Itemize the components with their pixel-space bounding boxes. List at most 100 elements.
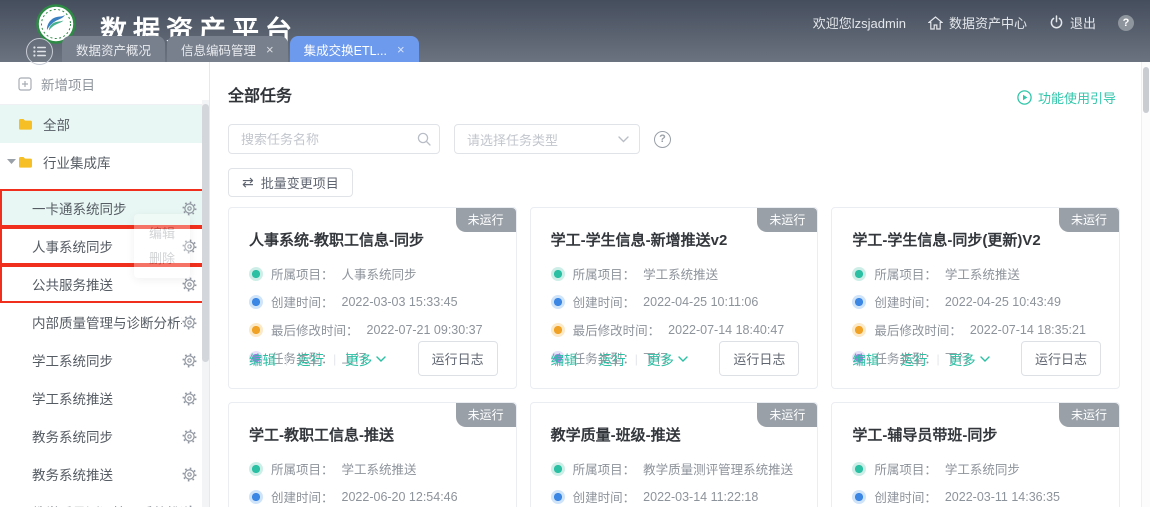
tab-close-icon[interactable]: × <box>397 43 405 56</box>
sidebar-project-item[interactable]: 内部质量管理与诊断分析平台 <box>0 303 209 341</box>
tab-close-icon[interactable]: × <box>266 43 274 56</box>
sidebar-scrollbar-thumb[interactable] <box>202 104 209 362</box>
logout-button[interactable]: 退出 <box>1049 13 1096 32</box>
sidebar-project-item[interactable]: 教务系统推送 <box>0 455 209 493</box>
gear-icon[interactable] <box>182 391 197 406</box>
sidebar-project-item[interactable]: 学工系统同步 <box>0 341 209 379</box>
more-dropdown[interactable]: 更多 <box>949 349 990 369</box>
created-value: 2022-04-25 10:43:49 <box>945 295 1061 309</box>
run-log-button[interactable]: 运行日志 <box>418 341 498 376</box>
sidebar-scrollbar[interactable] <box>202 100 209 507</box>
modified-time-icon <box>852 323 866 337</box>
chevron-down-icon <box>376 356 386 362</box>
project-value: 学工系统推送 <box>342 459 417 478</box>
chevron-down-icon <box>980 356 990 362</box>
project-icon <box>551 267 565 281</box>
created-time-icon <box>551 295 565 309</box>
project-icon <box>551 462 565 476</box>
modified-time-icon <box>551 323 565 337</box>
task-card: 未运行 人事系统-教职工信息-同步 所属项目： 人事系统同步 创建时间： 202… <box>228 207 517 389</box>
edit-link[interactable]: 编辑 <box>852 349 879 369</box>
feature-guide-link[interactable]: 功能使用引导 <box>1017 88 1116 107</box>
search-task-input[interactable] <box>228 124 440 154</box>
page-scrollbar-thumb[interactable] <box>1143 67 1149 113</box>
run-link[interactable]: 运行 <box>297 349 324 369</box>
list-icon <box>33 46 46 57</box>
project-icon <box>852 462 866 476</box>
app-header: 数据资产平台 欢迎您lzsjadmin 数据资产中心 退出 ? 数据资产概况 × <box>0 0 1150 62</box>
chevron-down-icon[interactable] <box>7 159 16 165</box>
context-menu-delete[interactable]: 删除 <box>134 246 190 271</box>
tab-list-menu-button[interactable] <box>26 38 53 65</box>
sidebar-item-label: 学工系统推送 <box>32 388 113 408</box>
gear-icon[interactable] <box>182 467 197 482</box>
created-value: 2022-03-03 15:33:45 <box>342 295 458 309</box>
created-label: 创建时间： <box>874 292 937 311</box>
sidebar-project-item[interactable]: 学工系统推送 <box>0 379 209 417</box>
created-value: 2022-06-20 12:54:46 <box>342 490 458 504</box>
run-log-button[interactable]: 运行日志 <box>719 341 799 376</box>
help-icon[interactable]: ? <box>1118 15 1134 31</box>
modified-time-icon <box>249 323 263 337</box>
tab[interactable]: 信息编码管理 × <box>167 36 288 62</box>
created-value: 2022-03-14 11:22:18 <box>643 490 758 504</box>
gear-icon[interactable] <box>182 315 197 330</box>
context-menu-edit[interactable]: 编辑 <box>134 221 190 246</box>
run-link[interactable]: 运行 <box>900 349 927 369</box>
gear-icon[interactable] <box>182 277 197 292</box>
modified-value: 2022-07-14 18:35:21 <box>970 323 1086 337</box>
created-value: 2022-04-25 10:11:06 <box>643 295 758 309</box>
modified-label: 最后修改时间： <box>573 320 661 339</box>
task-type-select[interactable]: 请选择任务类型 <box>454 124 640 154</box>
project-context-menu: 编辑 删除 <box>134 214 190 278</box>
task-card: 未运行 学工-教职工信息-推送 所属项目： 学工系统推送 创建时间： 2022-… <box>228 402 517 507</box>
plus-square-icon <box>18 77 32 91</box>
add-project-button[interactable]: 新增项目 <box>0 70 209 98</box>
created-label: 创建时间： <box>271 292 334 311</box>
welcome-user-label: 欢迎您lzsjadmin <box>813 13 906 32</box>
task-card-grid: 未运行 人事系统-教职工信息-同步 所属项目： 人事系统同步 创建时间： 202… <box>228 207 1120 507</box>
panel-title: 全部任务 <box>228 82 1120 106</box>
batch-change-project-button[interactable]: ⇄ 批量变更项目 <box>228 168 353 197</box>
more-dropdown[interactable]: 更多 <box>647 349 688 369</box>
sidebar-project-item[interactable]: 行业集成库 <box>0 143 209 181</box>
tab[interactable]: 数据资产概况 × <box>62 36 165 62</box>
project-sidebar: 新增项目 全部 行业集成库 <box>0 62 210 507</box>
sidebar-project-item[interactable]: 教学质量测评管理系统推送 <box>0 493 209 507</box>
data-asset-center-link[interactable]: 数据资产中心 <box>928 13 1027 32</box>
task-title: 学工-辅导员带班-同步 <box>852 424 1099 445</box>
power-icon <box>1049 15 1064 30</box>
project-value: 学工系统同步 <box>945 459 1020 478</box>
modified-label: 最后修改时间： <box>271 320 359 339</box>
status-badge: 未运行 <box>456 403 516 427</box>
run-link[interactable]: 运行 <box>599 349 626 369</box>
edit-link[interactable]: 编辑 <box>249 349 276 369</box>
project-label: 所属项目： <box>271 459 334 478</box>
status-badge: 未运行 <box>456 208 516 232</box>
created-label: 创建时间： <box>874 487 937 506</box>
created-value: 2022-03-11 14:36:35 <box>945 490 1060 504</box>
gear-icon[interactable] <box>182 353 197 368</box>
tab[interactable]: 集成交换ETL... × <box>290 36 419 62</box>
status-badge: 未运行 <box>1059 208 1119 232</box>
sidebar-project-item[interactable]: 全部 <box>0 105 209 143</box>
swap-arrows-icon: ⇄ <box>242 174 254 191</box>
more-dropdown[interactable]: 更多 <box>345 349 386 369</box>
run-log-button[interactable]: 运行日志 <box>1021 341 1101 376</box>
task-title: 学工-学生信息-同步(更新)V2 <box>852 229 1099 250</box>
task-title: 人事系统-教职工信息-同步 <box>249 229 496 250</box>
project-icon <box>852 267 866 281</box>
project-label: 所属项目： <box>874 264 937 283</box>
gear-icon[interactable] <box>182 429 197 444</box>
status-badge: 未运行 <box>757 403 817 427</box>
task-card: 未运行 学工-学生信息-同步(更新)V2 所属项目： 学工系统推送 创建时间： … <box>831 207 1120 389</box>
task-card: 未运行 学工-学生信息-新增推送v2 所属项目： 学工系统推送 创建时间： 20… <box>530 207 819 389</box>
filter-help-icon[interactable]: ? <box>654 131 671 148</box>
project-value: 学工系统推送 <box>643 264 718 283</box>
open-tabs-bar: 数据资产概况 × 信息编码管理 × 集成交换ETL... × <box>62 36 419 62</box>
project-icon <box>249 267 263 281</box>
sidebar-project-item[interactable]: 教务系统同步 <box>0 417 209 455</box>
project-label: 所属项目： <box>573 264 636 283</box>
edit-link[interactable]: 编辑 <box>551 349 578 369</box>
page-scrollbar[interactable] <box>1141 62 1150 507</box>
